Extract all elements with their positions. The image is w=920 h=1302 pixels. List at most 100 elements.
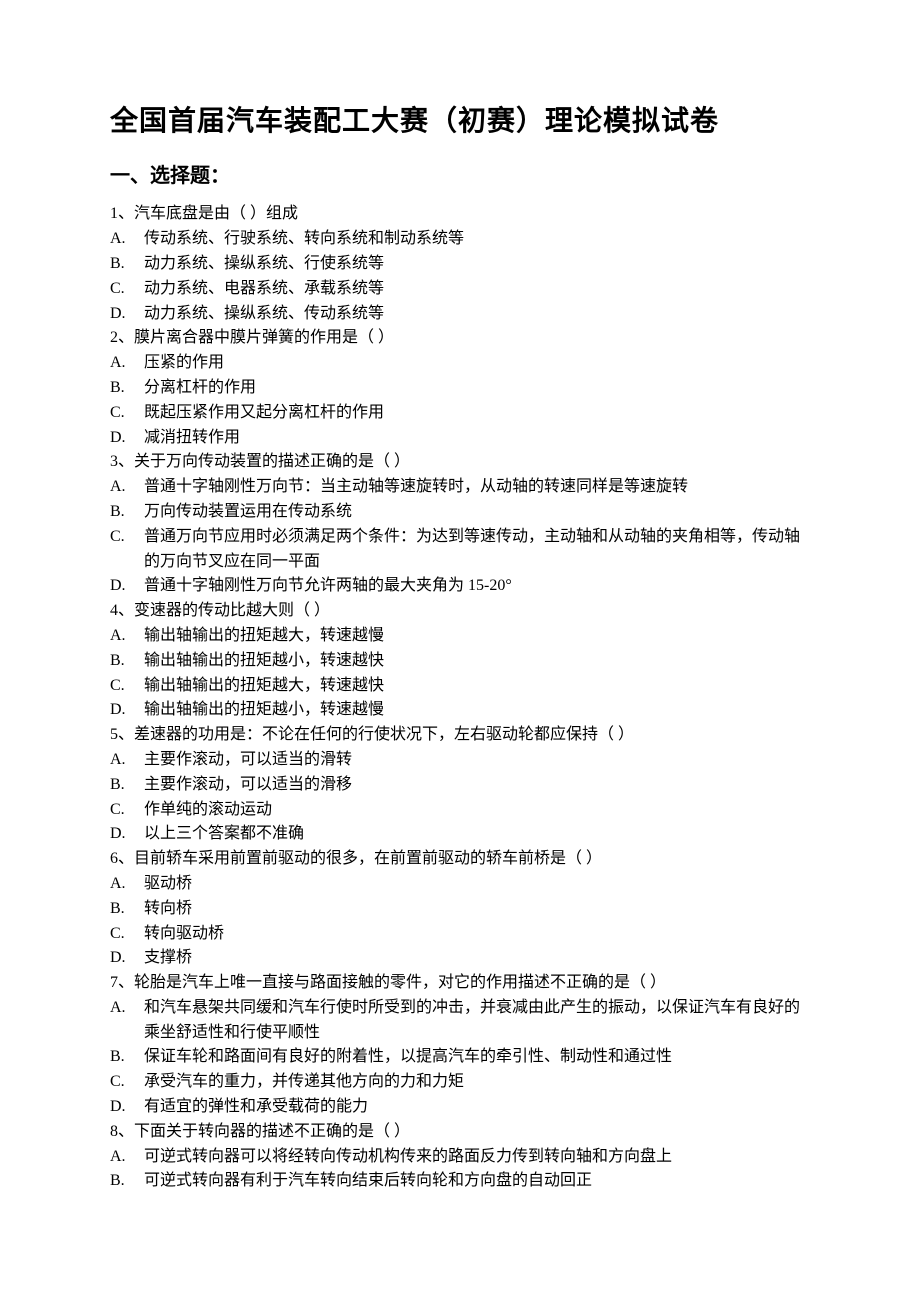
option-letter: B. bbox=[110, 773, 144, 798]
option-letter: B. bbox=[110, 1169, 144, 1194]
option-item: B.分离杠杆的作用 bbox=[110, 376, 810, 401]
option-letter: A. bbox=[110, 872, 144, 897]
option-letter: D. bbox=[110, 1095, 144, 1120]
option-letter: C. bbox=[110, 798, 144, 823]
option-item: D.普通十字轴刚性万向节允许两轴的最大夹角为 15-20° bbox=[110, 574, 810, 599]
option-text: 输出轴输出的扭矩越大，转速越快 bbox=[144, 674, 810, 699]
option-text: 保证车轮和路面间有良好的附着性，以提高汽车的牵引性、制动性和通过性 bbox=[144, 1045, 810, 1070]
option-letter: D. bbox=[110, 698, 144, 723]
option-text: 输出轴输出的扭矩越小，转速越慢 bbox=[144, 698, 810, 723]
option-letter: A. bbox=[110, 624, 144, 649]
option-text: 主要作滚动，可以适当的滑移 bbox=[144, 773, 810, 798]
option-text: 和汽车悬架共同缓和汽车行使时所受到的冲击，并衰减由此产生的振动，以保证汽车有良好… bbox=[144, 996, 810, 1046]
option-letter: B. bbox=[110, 649, 144, 674]
option-text: 普通万向节应用时必须满足两个条件：为达到等速传动，主动轴和从动轴的夹角相等，传动… bbox=[144, 525, 810, 575]
option-text: 主要作滚动，可以适当的滑转 bbox=[144, 748, 810, 773]
question-stem: 2、膜片离合器中膜片弹簧的作用是（ ） bbox=[110, 326, 810, 351]
option-item: A.主要作滚动，可以适当的滑转 bbox=[110, 748, 810, 773]
option-item: B.可逆式转向器有利于汽车转向结束后转向轮和方向盘的自动回正 bbox=[110, 1169, 810, 1194]
option-letter: C. bbox=[110, 525, 144, 550]
option-letter: A. bbox=[110, 1145, 144, 1170]
options-list: A.输出轴输出的扭矩越大，转速越慢B.输出轴输出的扭矩越小，转速越快C.输出轴输… bbox=[110, 624, 810, 723]
option-text: 有适宜的弹性和承受载荷的能力 bbox=[144, 1095, 810, 1120]
option-item: D.动力系统、操纵系统、传动系统等 bbox=[110, 302, 810, 327]
options-list: A.和汽车悬架共同缓和汽车行使时所受到的冲击，并衰减由此产生的振动，以保证汽车有… bbox=[110, 996, 810, 1120]
question-stem: 6、目前轿车采用前置前驱动的很多，在前置前驱动的轿车前桥是（ ） bbox=[110, 847, 810, 872]
option-text: 可逆式转向器可以将经转向传动机构传来的路面反力传到转向轴和方向盘上 bbox=[144, 1145, 810, 1170]
options-list: A.普通十字轴刚性万向节：当主动轴等速旋转时，从动轴的转速同样是等速旋转B.万向… bbox=[110, 475, 810, 599]
option-letter: C. bbox=[110, 277, 144, 302]
option-text: 万向传动装置运用在传动系统 bbox=[144, 500, 810, 525]
option-item: A.驱动桥 bbox=[110, 872, 810, 897]
question-stem: 5、差速器的功用是：不论在任何的行使状况下，左右驱动轮都应保持（ ） bbox=[110, 723, 810, 748]
option-text: 既起压紧作用又起分离杠杆的作用 bbox=[144, 401, 810, 426]
option-letter: A. bbox=[110, 996, 144, 1021]
option-text: 以上三个答案都不准确 bbox=[144, 822, 810, 847]
question-stem: 7、轮胎是汽车上唯一直接与路面接触的零件，对它的作用描述不正确的是（ ） bbox=[110, 971, 810, 996]
option-letter: D. bbox=[110, 426, 144, 451]
option-item: C.普通万向节应用时必须满足两个条件：为达到等速传动，主动轴和从动轴的夹角相等，… bbox=[110, 525, 810, 575]
option-item: C.转向驱动桥 bbox=[110, 922, 810, 947]
option-letter: A. bbox=[110, 475, 144, 500]
options-list: A.传动系统、行驶系统、转向系统和制动系统等B.动力系统、操纵系统、行使系统等C… bbox=[110, 227, 810, 326]
option-item: C.作单纯的滚动运动 bbox=[110, 798, 810, 823]
option-letter: B. bbox=[110, 252, 144, 277]
option-item: C.承受汽车的重力，并传递其他方向的力和力矩 bbox=[110, 1070, 810, 1095]
option-text: 动力系统、操纵系统、传动系统等 bbox=[144, 302, 810, 327]
option-item: A.和汽车悬架共同缓和汽车行使时所受到的冲击，并衰减由此产生的振动，以保证汽车有… bbox=[110, 996, 810, 1046]
option-letter: D. bbox=[110, 822, 144, 847]
option-text: 支撑桥 bbox=[144, 946, 810, 971]
option-item: B.输出轴输出的扭矩越小，转速越快 bbox=[110, 649, 810, 674]
option-text: 普通十字轴刚性万向节：当主动轴等速旋转时，从动轴的转速同样是等速旋转 bbox=[144, 475, 810, 500]
question-stem: 1、汽车底盘是由（ ）组成 bbox=[110, 202, 810, 227]
option-text: 可逆式转向器有利于汽车转向结束后转向轮和方向盘的自动回正 bbox=[144, 1169, 810, 1194]
option-letter: B. bbox=[110, 897, 144, 922]
question-stem: 3、关于万向传动装置的描述正确的是（ ） bbox=[110, 450, 810, 475]
option-item: D.支撑桥 bbox=[110, 946, 810, 971]
option-letter: D. bbox=[110, 302, 144, 327]
option-letter: A. bbox=[110, 351, 144, 376]
option-text: 普通十字轴刚性万向节允许两轴的最大夹角为 15-20° bbox=[144, 574, 810, 599]
option-text: 承受汽车的重力，并传递其他方向的力和力矩 bbox=[144, 1070, 810, 1095]
option-item: A.压紧的作用 bbox=[110, 351, 810, 376]
option-letter: C. bbox=[110, 401, 144, 426]
option-letter: A. bbox=[110, 227, 144, 252]
option-letter: A. bbox=[110, 748, 144, 773]
option-text: 驱动桥 bbox=[144, 872, 810, 897]
options-list: A.可逆式转向器可以将经转向传动机构传来的路面反力传到转向轴和方向盘上B.可逆式… bbox=[110, 1145, 810, 1195]
option-item: A.普通十字轴刚性万向节：当主动轴等速旋转时，从动轴的转速同样是等速旋转 bbox=[110, 475, 810, 500]
section-title: 一、选择题： bbox=[110, 161, 810, 192]
options-list: A.压紧的作用B.分离杠杆的作用C.既起压紧作用又起分离杠杆的作用D.减消扭转作… bbox=[110, 351, 810, 450]
option-letter: D. bbox=[110, 574, 144, 599]
option-item: B.万向传动装置运用在传动系统 bbox=[110, 500, 810, 525]
question-stem: 8、下面关于转向器的描述不正确的是（ ） bbox=[110, 1120, 810, 1145]
option-letter: C. bbox=[110, 1070, 144, 1095]
option-item: D.以上三个答案都不准确 bbox=[110, 822, 810, 847]
option-text: 作单纯的滚动运动 bbox=[144, 798, 810, 823]
option-text: 转向驱动桥 bbox=[144, 922, 810, 947]
option-text: 分离杠杆的作用 bbox=[144, 376, 810, 401]
document-title: 全国首届汽车装配工大赛（初赛）理论模拟试卷 bbox=[110, 100, 810, 143]
option-text: 传动系统、行驶系统、转向系统和制动系统等 bbox=[144, 227, 810, 252]
option-item: D.输出轴输出的扭矩越小，转速越慢 bbox=[110, 698, 810, 723]
option-text: 转向桥 bbox=[144, 897, 810, 922]
option-item: A.传动系统、行驶系统、转向系统和制动系统等 bbox=[110, 227, 810, 252]
option-item: B.主要作滚动，可以适当的滑移 bbox=[110, 773, 810, 798]
option-text: 输出轴输出的扭矩越小，转速越快 bbox=[144, 649, 810, 674]
option-item: A.输出轴输出的扭矩越大，转速越慢 bbox=[110, 624, 810, 649]
option-item: D.减消扭转作用 bbox=[110, 426, 810, 451]
option-letter: B. bbox=[110, 1045, 144, 1070]
option-letter: D. bbox=[110, 946, 144, 971]
option-item: C.动力系统、电器系统、承载系统等 bbox=[110, 277, 810, 302]
options-list: A.主要作滚动，可以适当的滑转B.主要作滚动，可以适当的滑移C.作单纯的滚动运动… bbox=[110, 748, 810, 847]
option-letter: C. bbox=[110, 922, 144, 947]
option-text: 动力系统、操纵系统、行使系统等 bbox=[144, 252, 810, 277]
option-text: 减消扭转作用 bbox=[144, 426, 810, 451]
option-item: D.有适宜的弹性和承受载荷的能力 bbox=[110, 1095, 810, 1120]
option-item: C.输出轴输出的扭矩越大，转速越快 bbox=[110, 674, 810, 699]
option-text: 动力系统、电器系统、承载系统等 bbox=[144, 277, 810, 302]
option-letter: B. bbox=[110, 376, 144, 401]
option-item: B.转向桥 bbox=[110, 897, 810, 922]
option-item: B.保证车轮和路面间有良好的附着性，以提高汽车的牵引性、制动性和通过性 bbox=[110, 1045, 810, 1070]
questions-container: 1、汽车底盘是由（ ）组成A.传动系统、行驶系统、转向系统和制动系统等B.动力系… bbox=[110, 202, 810, 1194]
